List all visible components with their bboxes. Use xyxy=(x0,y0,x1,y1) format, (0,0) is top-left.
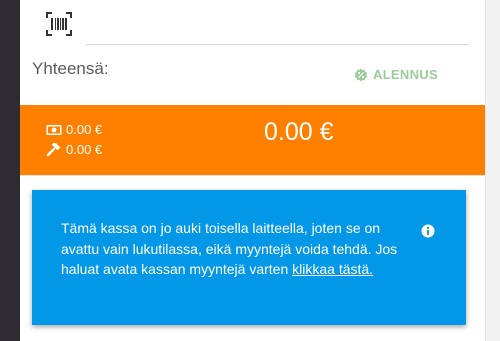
barcode-icon[interactable] xyxy=(46,12,72,36)
read-only-notice: Tämä kassa on jo auki toisella laitteell… xyxy=(32,190,466,325)
discount-label: ALENNUS xyxy=(373,67,438,82)
cash-total-row: 0.00 € xyxy=(46,122,102,137)
total-label: Yhteensä: xyxy=(32,59,109,78)
cart-panel: Yhteensä: ALENNUS 0.00 € 0.00 € 0.00 € T… xyxy=(20,0,485,341)
cash-icon xyxy=(46,124,62,135)
divider xyxy=(20,175,485,176)
badge-percent-icon xyxy=(354,68,368,82)
totals-bar: 0.00 € 0.00 € 0.00 € xyxy=(20,105,485,175)
app-sidebar-edge xyxy=(0,0,20,341)
right-scroll-area xyxy=(485,0,500,341)
cash-amount: 0.00 € xyxy=(66,122,103,137)
info-icon xyxy=(421,224,435,238)
open-register-link[interactable]: klikkaa tästä. xyxy=(292,261,373,277)
notice-message: Tämä kassa on jo auki toisella laitteell… xyxy=(61,218,406,280)
grand-total: 0.00 € xyxy=(264,118,334,146)
card-amount: 0.00 € xyxy=(66,142,103,157)
barcode-search-input[interactable] xyxy=(86,8,469,45)
card-total-row: 0.00 € xyxy=(46,142,102,157)
gavel-icon xyxy=(46,142,61,156)
discount-button[interactable]: ALENNUS xyxy=(354,67,438,82)
